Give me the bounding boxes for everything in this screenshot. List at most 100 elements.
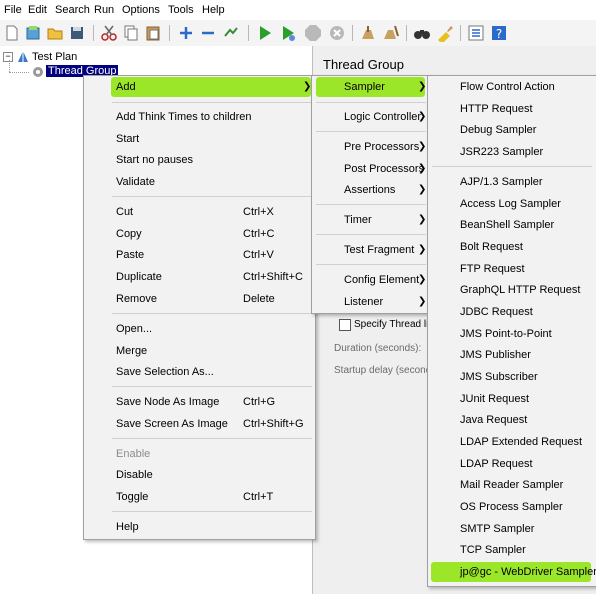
panel-title: Thread Group xyxy=(323,57,404,72)
menu-item-smtp-sampler[interactable]: SMTP Sampler xyxy=(428,519,596,539)
menu-separator xyxy=(432,166,592,167)
menu-run[interactable]: Run xyxy=(94,4,114,16)
menu-item-save-node-image[interactable]: Save Node As Image Ctrl+G xyxy=(84,392,315,412)
menu-item-add-think-times[interactable]: Add Think Times to children xyxy=(84,107,315,127)
menu-item-assertions[interactable]: Assertions ❯ xyxy=(312,180,430,200)
tree-expander[interactable]: − xyxy=(3,52,13,62)
menu-item-tcp-sampler[interactable]: TCP Sampler xyxy=(428,540,596,560)
clear-icon[interactable] xyxy=(359,24,377,42)
help-icon[interactable]: ? xyxy=(490,24,508,42)
menu-separator xyxy=(316,264,426,265)
cut-icon[interactable] xyxy=(100,24,118,42)
stop-icon xyxy=(304,24,322,42)
function-helper-icon[interactable] xyxy=(467,24,485,42)
toolbar-separator xyxy=(169,25,170,41)
menu-item-start[interactable]: Start xyxy=(84,129,315,149)
menu-item-java-request[interactable]: Java Request xyxy=(428,410,596,430)
startup-delay-label: Startup delay (seconds xyxy=(334,365,437,376)
expand-icon[interactable] xyxy=(177,24,195,42)
clear-all-icon[interactable] xyxy=(382,24,400,42)
menu-tools[interactable]: Tools xyxy=(168,4,194,16)
chevron-right-icon: ❯ xyxy=(418,111,427,122)
menu-item-post-processors[interactable]: Post Processors ❯ xyxy=(312,159,430,179)
menu-item-listener[interactable]: Listener ❯ xyxy=(312,292,430,312)
reset-search-icon[interactable] xyxy=(436,24,454,42)
menu-item-jdbc-request[interactable]: JDBC Request xyxy=(428,302,596,322)
gear-icon xyxy=(31,65,45,82)
menu-item-save-screen-image[interactable]: Save Screen As Image Ctrl+Shift+G xyxy=(84,414,315,434)
menu-help[interactable]: Help xyxy=(202,4,225,16)
menu-item-mail-reader-sampler[interactable]: Mail Reader Sampler xyxy=(428,475,596,495)
menu-item-cut[interactable]: Cut Ctrl+X xyxy=(84,202,315,222)
menu-item-remove[interactable]: Remove Delete xyxy=(84,289,315,309)
templates-icon[interactable] xyxy=(24,24,42,42)
menu-item-pre-processors[interactable]: Pre Processors ❯ xyxy=(312,137,430,157)
menu-item-logic-controller[interactable]: Logic Controller ❯ xyxy=(312,107,430,127)
collapse-icon[interactable] xyxy=(199,24,217,42)
menu-item-jms-subscriber[interactable]: JMS Subscriber xyxy=(428,367,596,387)
menu-separator xyxy=(112,386,312,387)
menu-item-save-selection[interactable]: Save Selection As... xyxy=(84,362,315,382)
menu-item-os-process-sampler[interactable]: OS Process Sampler xyxy=(428,497,596,517)
toolbar-separator xyxy=(406,25,407,41)
menu-item-timer[interactable]: Timer ❯ xyxy=(312,210,430,230)
menu-item-sampler[interactable]: Sampler ❯ xyxy=(312,77,430,97)
menu-separator xyxy=(316,102,426,103)
new-icon[interactable] xyxy=(3,24,21,42)
menu-item-test-fragment[interactable]: Test Fragment ❯ xyxy=(312,240,430,260)
menu-item-ftp-request[interactable]: FTP Request xyxy=(428,259,596,279)
menu-edit[interactable]: Edit xyxy=(28,4,47,16)
menu-item-config-element[interactable]: Config Element ❯ xyxy=(312,270,430,290)
toolbar-separator xyxy=(460,25,461,41)
menu-item-validate[interactable]: Validate xyxy=(84,172,315,192)
menu-item-ldap-extended-request[interactable]: LDAP Extended Request xyxy=(428,432,596,452)
tree-item-test-plan[interactable]: Test Plan xyxy=(32,51,77,63)
menu-item-toggle[interactable]: Toggle Ctrl+T xyxy=(84,487,315,507)
menu-item-add[interactable]: Add ❯ xyxy=(84,77,315,97)
menu-item-start-no-pauses[interactable]: Start no pauses xyxy=(84,150,315,170)
save-icon[interactable] xyxy=(68,24,86,42)
menu-item-http-request[interactable]: HTTP Request xyxy=(428,99,596,119)
menu-item-ldap-request[interactable]: LDAP Request xyxy=(428,454,596,474)
menu-item-open[interactable]: Open... xyxy=(84,319,315,339)
menu-item-ajp-sampler[interactable]: AJP/1.3 Sampler xyxy=(428,172,596,192)
menu-item-merge[interactable]: Merge xyxy=(84,341,315,361)
toggle-icon[interactable] xyxy=(222,24,240,42)
open-icon[interactable] xyxy=(46,24,64,42)
menu-item-webdriver-sampler[interactable]: jp@gc - WebDriver Sampler xyxy=(428,562,596,582)
menu-item-help[interactable]: Help xyxy=(84,517,315,537)
menu-item-flow-control-action[interactable]: Flow Control Action xyxy=(428,77,596,97)
menu-item-graphql-http-request[interactable]: GraphQL HTTP Request xyxy=(428,280,596,300)
toolbar-separator xyxy=(248,25,249,41)
menu-item-beanshell-sampler[interactable]: BeanShell Sampler xyxy=(428,215,596,235)
menu-search[interactable]: Search xyxy=(55,4,90,16)
paste-icon[interactable] xyxy=(144,24,162,42)
menu-item-access-log-sampler[interactable]: Access Log Sampler xyxy=(428,194,596,214)
menu-item-disable[interactable]: Disable xyxy=(84,465,315,485)
specify-thread-lifetime-checkbox[interactable] xyxy=(339,319,351,331)
chevron-right-icon: ❯ xyxy=(418,184,427,195)
menu-options[interactable]: Options xyxy=(122,4,160,16)
menu-item-duplicate[interactable]: Duplicate Ctrl+Shift+C xyxy=(84,267,315,287)
menu-separator xyxy=(316,234,426,235)
menu-item-bolt-request[interactable]: Bolt Request xyxy=(428,237,596,257)
start-icon[interactable] xyxy=(256,24,274,42)
menu-item-copy[interactable]: Copy Ctrl+C xyxy=(84,224,315,244)
menu-item-junit-request[interactable]: JUnit Request xyxy=(428,389,596,409)
menu-item-jms-publisher[interactable]: JMS Publisher xyxy=(428,345,596,365)
menu-item-debug-sampler[interactable]: Debug Sampler xyxy=(428,120,596,140)
test-plan-icon xyxy=(17,50,29,67)
duration-label: Duration (seconds): xyxy=(334,343,422,354)
chevron-right-icon: ❯ xyxy=(418,274,427,285)
copy-icon[interactable] xyxy=(122,24,140,42)
menu-file[interactable]: File xyxy=(4,4,22,16)
menu-item-paste[interactable]: Paste Ctrl+V xyxy=(84,245,315,265)
search-icon[interactable] xyxy=(413,24,431,42)
sampler-submenu: Flow Control Action HTTP Request Debug S… xyxy=(427,75,596,587)
svg-text:?: ? xyxy=(496,27,502,41)
menu-item-jms-point-to-point[interactable]: JMS Point-to-Point xyxy=(428,324,596,344)
start-no-pauses-icon[interactable] xyxy=(279,24,297,42)
chevron-right-icon: ❯ xyxy=(418,244,427,255)
toolbar: ? xyxy=(0,20,596,47)
menu-item-jsr223-sampler[interactable]: JSR223 Sampler xyxy=(428,142,596,162)
